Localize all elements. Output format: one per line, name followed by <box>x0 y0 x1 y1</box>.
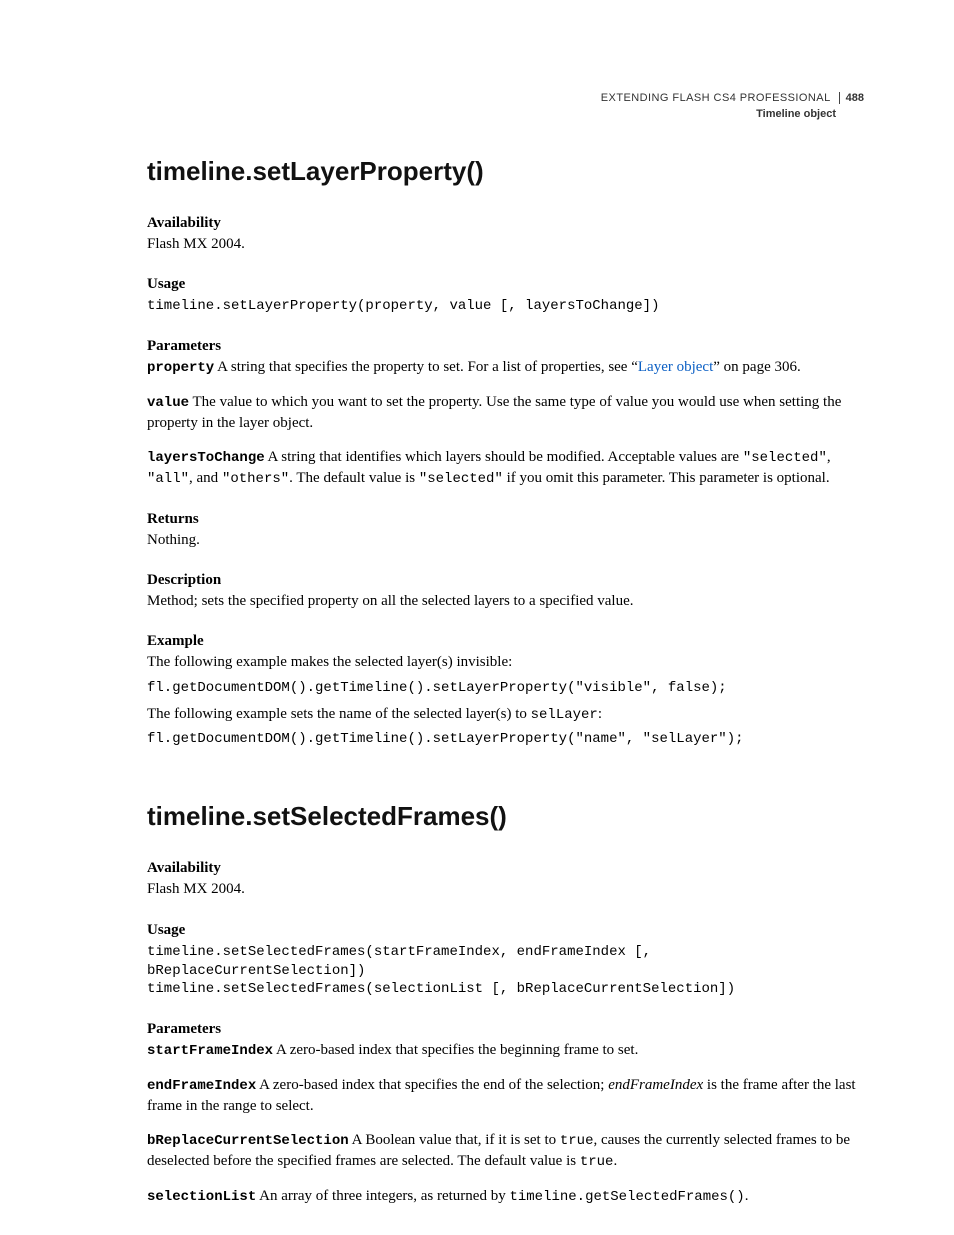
param-text: . The default value is <box>289 470 419 486</box>
parameter-breplacecurrentselection: bReplaceCurrentSelection A Boolean value… <box>147 1130 864 1172</box>
method-heading-setselectedframes: timeline.setSelectedFrames() <box>147 801 864 832</box>
parameter-endframeindex: endFrameIndex A zero-based index that sp… <box>147 1075 864 1116</box>
code-literal: "selected" <box>743 450 827 466</box>
availability-text: Flash MX 2004. <box>147 234 864 254</box>
example-intro-2: The following example sets the name of t… <box>147 704 864 725</box>
label-returns: Returns <box>147 511 864 528</box>
param-name-breplacecurrentselection: bReplaceCurrentSelection <box>147 1133 349 1149</box>
parameter-selectionlist: selectionList An array of three integers… <box>147 1186 864 1207</box>
param-italic: endFrameIndex <box>608 1077 703 1093</box>
label-parameters: Parameters <box>147 338 864 355</box>
label-parameters: Parameters <box>147 1021 864 1038</box>
param-text: . <box>745 1188 749 1204</box>
parameter-layerstochange: layersToChange A string that identifies … <box>147 447 864 489</box>
example-code-2: fl.getDocumentDOM().getTimeline().setLay… <box>147 730 864 749</box>
param-text: , and <box>189 470 222 486</box>
label-usage: Usage <box>147 922 864 939</box>
code-literal: "others" <box>222 471 289 487</box>
label-description: Description <box>147 572 864 589</box>
param-text: A string that identifies which layers sh… <box>265 449 743 465</box>
parameter-startframeindex: startFrameIndex A zero-based index that … <box>147 1040 864 1061</box>
availability-text: Flash MX 2004. <box>147 879 864 899</box>
usage-code: timeline.setSelectedFrames(startFrameInd… <box>147 943 864 1000</box>
label-example: Example <box>147 633 864 650</box>
code-literal: true <box>580 1154 614 1170</box>
param-name-selectionlist: selectionList <box>147 1189 256 1205</box>
section-spacer <box>147 755 864 801</box>
param-name-value: value <box>147 395 189 411</box>
example-text: The following example sets the name of t… <box>147 706 531 722</box>
parameter-property: property A string that specifies the pro… <box>147 357 864 378</box>
book-title: EXTENDING FLASH CS4 PROFESSIONAL <box>601 92 840 104</box>
param-text: , <box>827 449 831 465</box>
usage-code: timeline.setLayerProperty(property, valu… <box>147 297 864 316</box>
code-literal: true <box>560 1133 594 1149</box>
code-literal: timeline.getSelectedFrames() <box>509 1189 744 1205</box>
param-text: ” on page 306. <box>713 359 800 375</box>
page-container: EXTENDING FLASH CS4 PROFESSIONAL488 Time… <box>0 0 954 1235</box>
code-literal: "all" <box>147 471 189 487</box>
param-text: . <box>613 1153 617 1169</box>
param-name-layerstochange: layersToChange <box>147 450 265 466</box>
method-heading-setlayerproperty: timeline.setLayerProperty() <box>147 156 864 187</box>
param-name-property: property <box>147 360 214 376</box>
label-usage: Usage <box>147 276 864 293</box>
example-code-1: fl.getDocumentDOM().getTimeline().setLay… <box>147 679 864 698</box>
parameter-value: value The value to which you want to set… <box>147 392 864 433</box>
returns-text: Nothing. <box>147 530 864 550</box>
running-header-line1: EXTENDING FLASH CS4 PROFESSIONAL488 <box>601 88 864 106</box>
param-text: A zero-based index that specifies the be… <box>273 1042 638 1058</box>
main-content: timeline.setLayerProperty() Availability… <box>147 88 864 1207</box>
param-text: A string that specifies the property to … <box>214 359 638 375</box>
param-text: if you omit this parameter. This paramet… <box>503 470 830 486</box>
description-text: Method; sets the specified property on a… <box>147 591 864 611</box>
param-name-endframeindex: endFrameIndex <box>147 1078 256 1094</box>
param-text: A zero-based index that specifies the en… <box>256 1077 608 1093</box>
example-intro-1: The following example makes the selected… <box>147 652 864 672</box>
example-text: : <box>598 706 602 722</box>
code-literal: selLayer <box>531 707 598 723</box>
param-text: An array of three integers, as returned … <box>256 1188 509 1204</box>
page-number: 488 <box>840 92 864 104</box>
chapter-title: Timeline object <box>601 108 864 120</box>
param-text: A Boolean value that, if it is set to <box>349 1132 560 1148</box>
label-availability: Availability <box>147 860 864 877</box>
label-availability: Availability <box>147 215 864 232</box>
param-name-startframeindex: startFrameIndex <box>147 1043 273 1059</box>
code-literal: "selected" <box>419 471 503 487</box>
running-header: EXTENDING FLASH CS4 PROFESSIONAL488 Time… <box>601 88 864 120</box>
link-layer-object[interactable]: Layer object <box>638 359 713 375</box>
param-text: The value to which you want to set the p… <box>147 394 841 431</box>
